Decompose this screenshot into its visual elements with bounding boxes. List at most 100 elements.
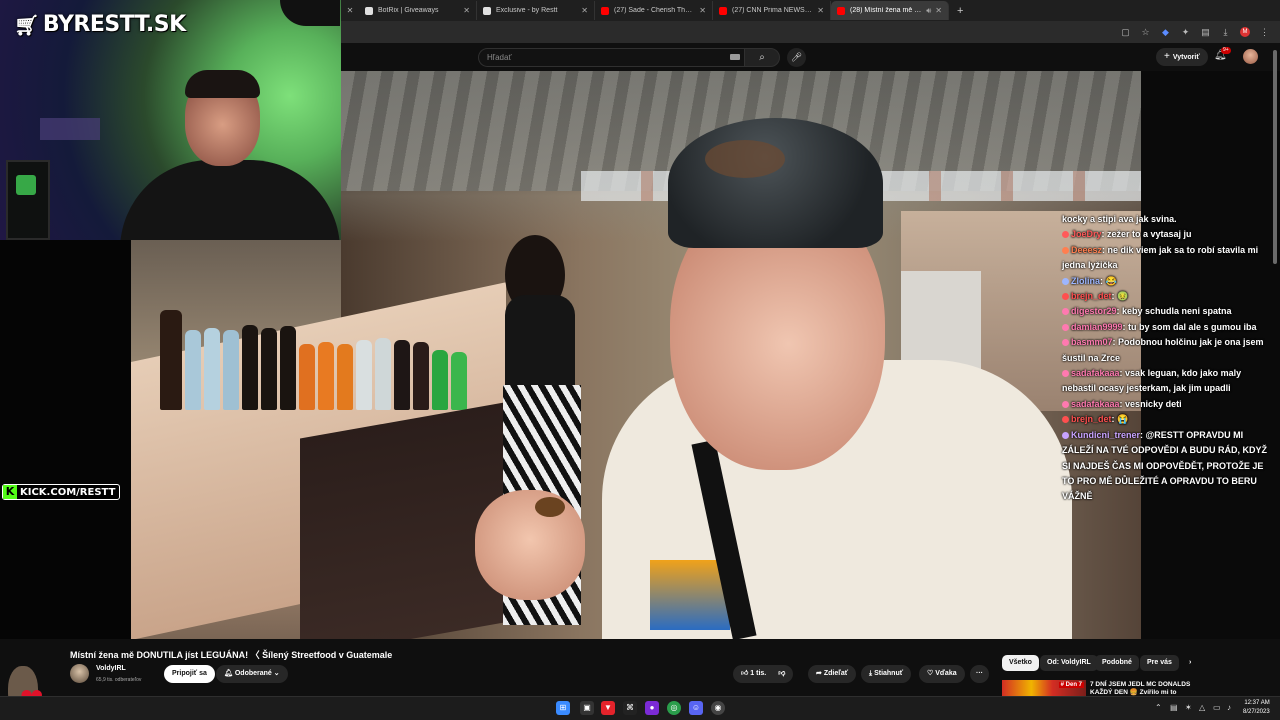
thanks-label: Vďaka [935,670,957,677]
thanks-button[interactable]: ♡ Vďaka [919,665,965,683]
avatar[interactable] [1243,49,1258,64]
download-button[interactable]: ⤓ Stiahnuť [861,665,912,683]
channel-subscribers: 65,9 tis. odberateľov [96,677,142,683]
chat-text: keby schudla neni spatna [1122,306,1232,317]
bookmark-star-icon[interactable]: ☆ [1140,27,1151,38]
voice-search-icon[interactable]: 🎤︎ [787,48,806,67]
chat-username: brejn_det [1071,414,1112,425]
chat-badge-icon [1062,231,1069,239]
tab-sade[interactable]: (27) Sade - Cherish The Day - Y ✕ [595,1,713,20]
share-icon: ➦ [816,670,822,677]
streamer-body [120,160,340,240]
heart-dollar-icon: ♡ [927,670,934,677]
chip-from-channel[interactable]: Od: VoldyIRL [1040,655,1098,671]
close-icon[interactable]: ✕ [341,6,359,15]
thumbs-down-icon: 👎︎ [778,670,786,677]
chip-for-you[interactable]: Pre vás [1140,655,1179,671]
close-icon[interactable]: ✕ [699,6,706,15]
close-icon[interactable]: ✕ [935,6,942,15]
new-tab-button[interactable]: + [949,5,971,17]
chat-message: sadafakaaa: vsak leguan, kdo jako maly n… [1062,366,1274,397]
recommended-title[interactable]: 7 DNÍ JSEM JEDL MC DONALDS KAŽDÝ DEN 🍔 Z… [1090,681,1202,697]
channel-name[interactable]: VoldyIRL [96,665,126,672]
bottle [394,340,410,410]
bell-icon: 🔔︎ [224,670,233,677]
subscribed-label: Odoberané [234,670,272,677]
tab-favicon [365,6,373,15]
stream-chat: kocky a stipi ava jak svina. JoeDry: zeže… [1062,212,1274,505]
tab-exclusive[interactable]: Exclusive - by Restt ✕ [477,1,595,20]
tab-botrix[interactable]: BotRix | Giveaways ✕ [359,1,477,20]
monitor-icon[interactable]: ▭ [1213,703,1221,712]
puzzle-icon[interactable]: ✦ [1180,27,1191,38]
chat-username: Deeesz [1071,244,1103,255]
subscribed-button[interactable]: 🔔︎ Odoberané ⌄ [216,665,288,683]
bottle [451,352,467,410]
system-clock[interactable]: 12:37 AM 8/27/2023 [1243,699,1270,717]
side-panel-icon[interactable]: ▤ [1200,27,1211,38]
network-icon[interactable]: ▤ [1170,703,1178,712]
tab-label: BotRix | Giveaways [378,7,439,14]
bottle [318,342,334,410]
cast-icon[interactable]: ▢ [1120,27,1131,38]
chat-message: Zlolina: 😂 [1062,274,1274,289]
obs-icon[interactable]: ◉ [711,701,725,715]
tab-current-video[interactable]: (28) Místní žena mě DONUTILA 🔊︎ ✕ [831,1,949,20]
bottle [261,328,277,410]
discord-icon[interactable]: ☺ [689,701,703,715]
more-actions-button[interactable]: ··· [970,665,989,683]
cart-icon: 🛒︎ [14,12,39,37]
bottle [185,330,201,410]
download-icon[interactable]: ⤓ [1220,27,1231,38]
chrome-icon[interactable]: ◎ [667,701,681,715]
join-button[interactable]: Pripojiť sa [164,665,215,683]
recommended-thumbnail[interactable]: # Den 7 [1002,680,1086,696]
speaker-icon[interactable]: ♪ [1227,703,1231,712]
chevron-down-icon: ⌄ [273,670,280,677]
chat-username: JoeDry [1071,229,1102,240]
start-icon[interactable]: ⊞ [556,701,570,715]
rec-thumbnail-tag: # Den 7 [1058,682,1084,688]
app-icon[interactable]: ● [645,701,659,715]
chat-username: Zlolina [1071,275,1100,286]
extension-shield-icon[interactable]: ◆ [1160,27,1171,38]
search-input[interactable]: Hľadať [478,48,750,67]
chip-all[interactable]: Všetko [1002,655,1039,671]
bottle [223,330,239,410]
search-button[interactable]: ⌕ [744,48,780,67]
woman-top [505,295,575,395]
chip-related[interactable]: Podobné [1095,655,1139,671]
thumbs-up-icon: 👍︎ [741,670,749,677]
keyboard-icon[interactable] [730,54,740,60]
close-icon[interactable]: ✕ [463,6,470,15]
chat-badge-icon [1062,323,1069,331]
chat-message: Deeesz: ne dik viem jak sa to robí stavi… [1062,243,1274,274]
chevron-right-icon[interactable]: › [1182,655,1198,671]
overlay-left-background [0,240,131,640]
chat-message: kocky a stipi ava jak svina. [1062,212,1274,227]
chat-username: sadafakaaa [1071,398,1120,409]
brave-icon[interactable]: ▼ [601,701,615,715]
chat-text: vesnicky deti [1125,398,1182,409]
task-view-icon[interactable]: ▣ [580,701,594,715]
bottle [204,328,220,410]
share-button[interactable]: ➦ Zdieľať [808,665,857,683]
chat-message: brejn_det: 😭 [1062,412,1274,427]
close-icon[interactable]: ✕ [581,6,588,15]
chat-badge-icon [1062,293,1069,301]
like-button[interactable]: 👍︎ 1 tis. 👎︎ [733,665,794,683]
terminal-icon[interactable]: ⌘ [623,701,637,715]
chat-text: kocky a stipi ava jak svina. [1062,214,1177,224]
tab-cnn[interactable]: (27) CNN Prima NEWS - YouTube ✕ [713,1,831,20]
chevron-up-icon[interactable]: ⌃ [1155,703,1162,712]
speaker-icon[interactable]: 🔊︎ [926,6,931,16]
wifi-icon[interactable]: △ [1199,703,1205,712]
menu-icon[interactable]: ⋮ [1259,27,1270,38]
create-button[interactable]: + Vytvoriť [1156,48,1208,66]
bluetooth-icon[interactable]: ✶ [1185,703,1192,712]
channel-avatar[interactable] [70,664,89,683]
brand-logo: 🛒︎ BYRESTT.SK [14,12,186,37]
profile-icon[interactable]: M [1240,27,1250,37]
bottle [413,342,429,410]
close-icon[interactable]: ✕ [817,6,824,15]
